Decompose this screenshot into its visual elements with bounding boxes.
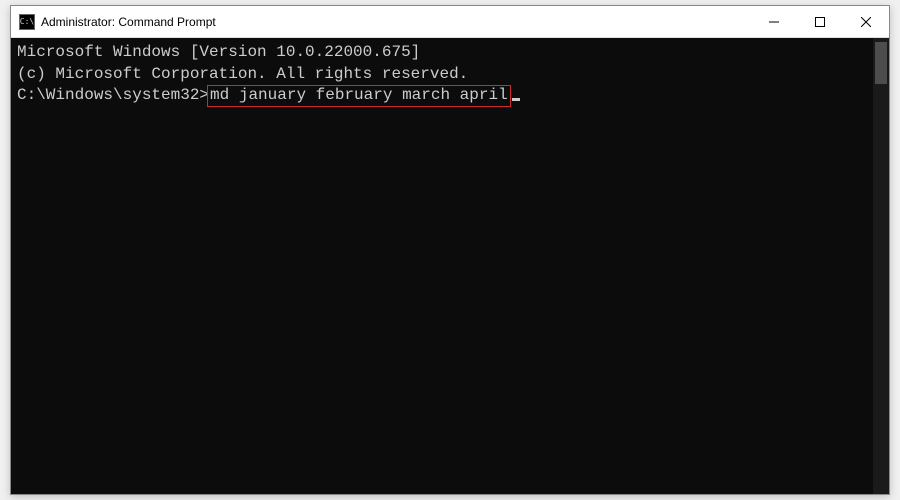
terminal-output[interactable]: Microsoft Windows [Version 10.0.22000.67…: [11, 38, 873, 494]
app-icon: C:\: [19, 14, 35, 30]
prompt-path: C:\Windows\system32>: [17, 86, 209, 104]
close-button[interactable]: [843, 6, 889, 38]
maximize-icon: [815, 17, 825, 27]
version-line: Microsoft Windows [Version 10.0.22000.67…: [17, 42, 867, 64]
scrollbar-track[interactable]: [873, 38, 889, 494]
minimize-icon: [769, 17, 779, 27]
terminal-area: Microsoft Windows [Version 10.0.22000.67…: [11, 38, 889, 494]
text-cursor: [512, 98, 520, 101]
command-highlight: md january february march april: [207, 85, 511, 107]
window-title: Administrator: Command Prompt: [41, 15, 216, 29]
close-icon: [861, 17, 871, 27]
scrollbar-thumb[interactable]: [875, 42, 887, 84]
titlebar[interactable]: C:\ Administrator: Command Prompt: [11, 6, 889, 38]
maximize-button[interactable]: [797, 6, 843, 38]
minimize-button[interactable]: [751, 6, 797, 38]
command-prompt-window: C:\ Administrator: Command Prompt Micros…: [10, 5, 890, 495]
copyright-line: (c) Microsoft Corporation. All rights re…: [17, 64, 867, 86]
typed-command: md january february march april: [210, 86, 508, 104]
prompt-line: C:\Windows\system32>md january february …: [17, 85, 867, 107]
app-icon-text: C:\: [20, 17, 34, 26]
